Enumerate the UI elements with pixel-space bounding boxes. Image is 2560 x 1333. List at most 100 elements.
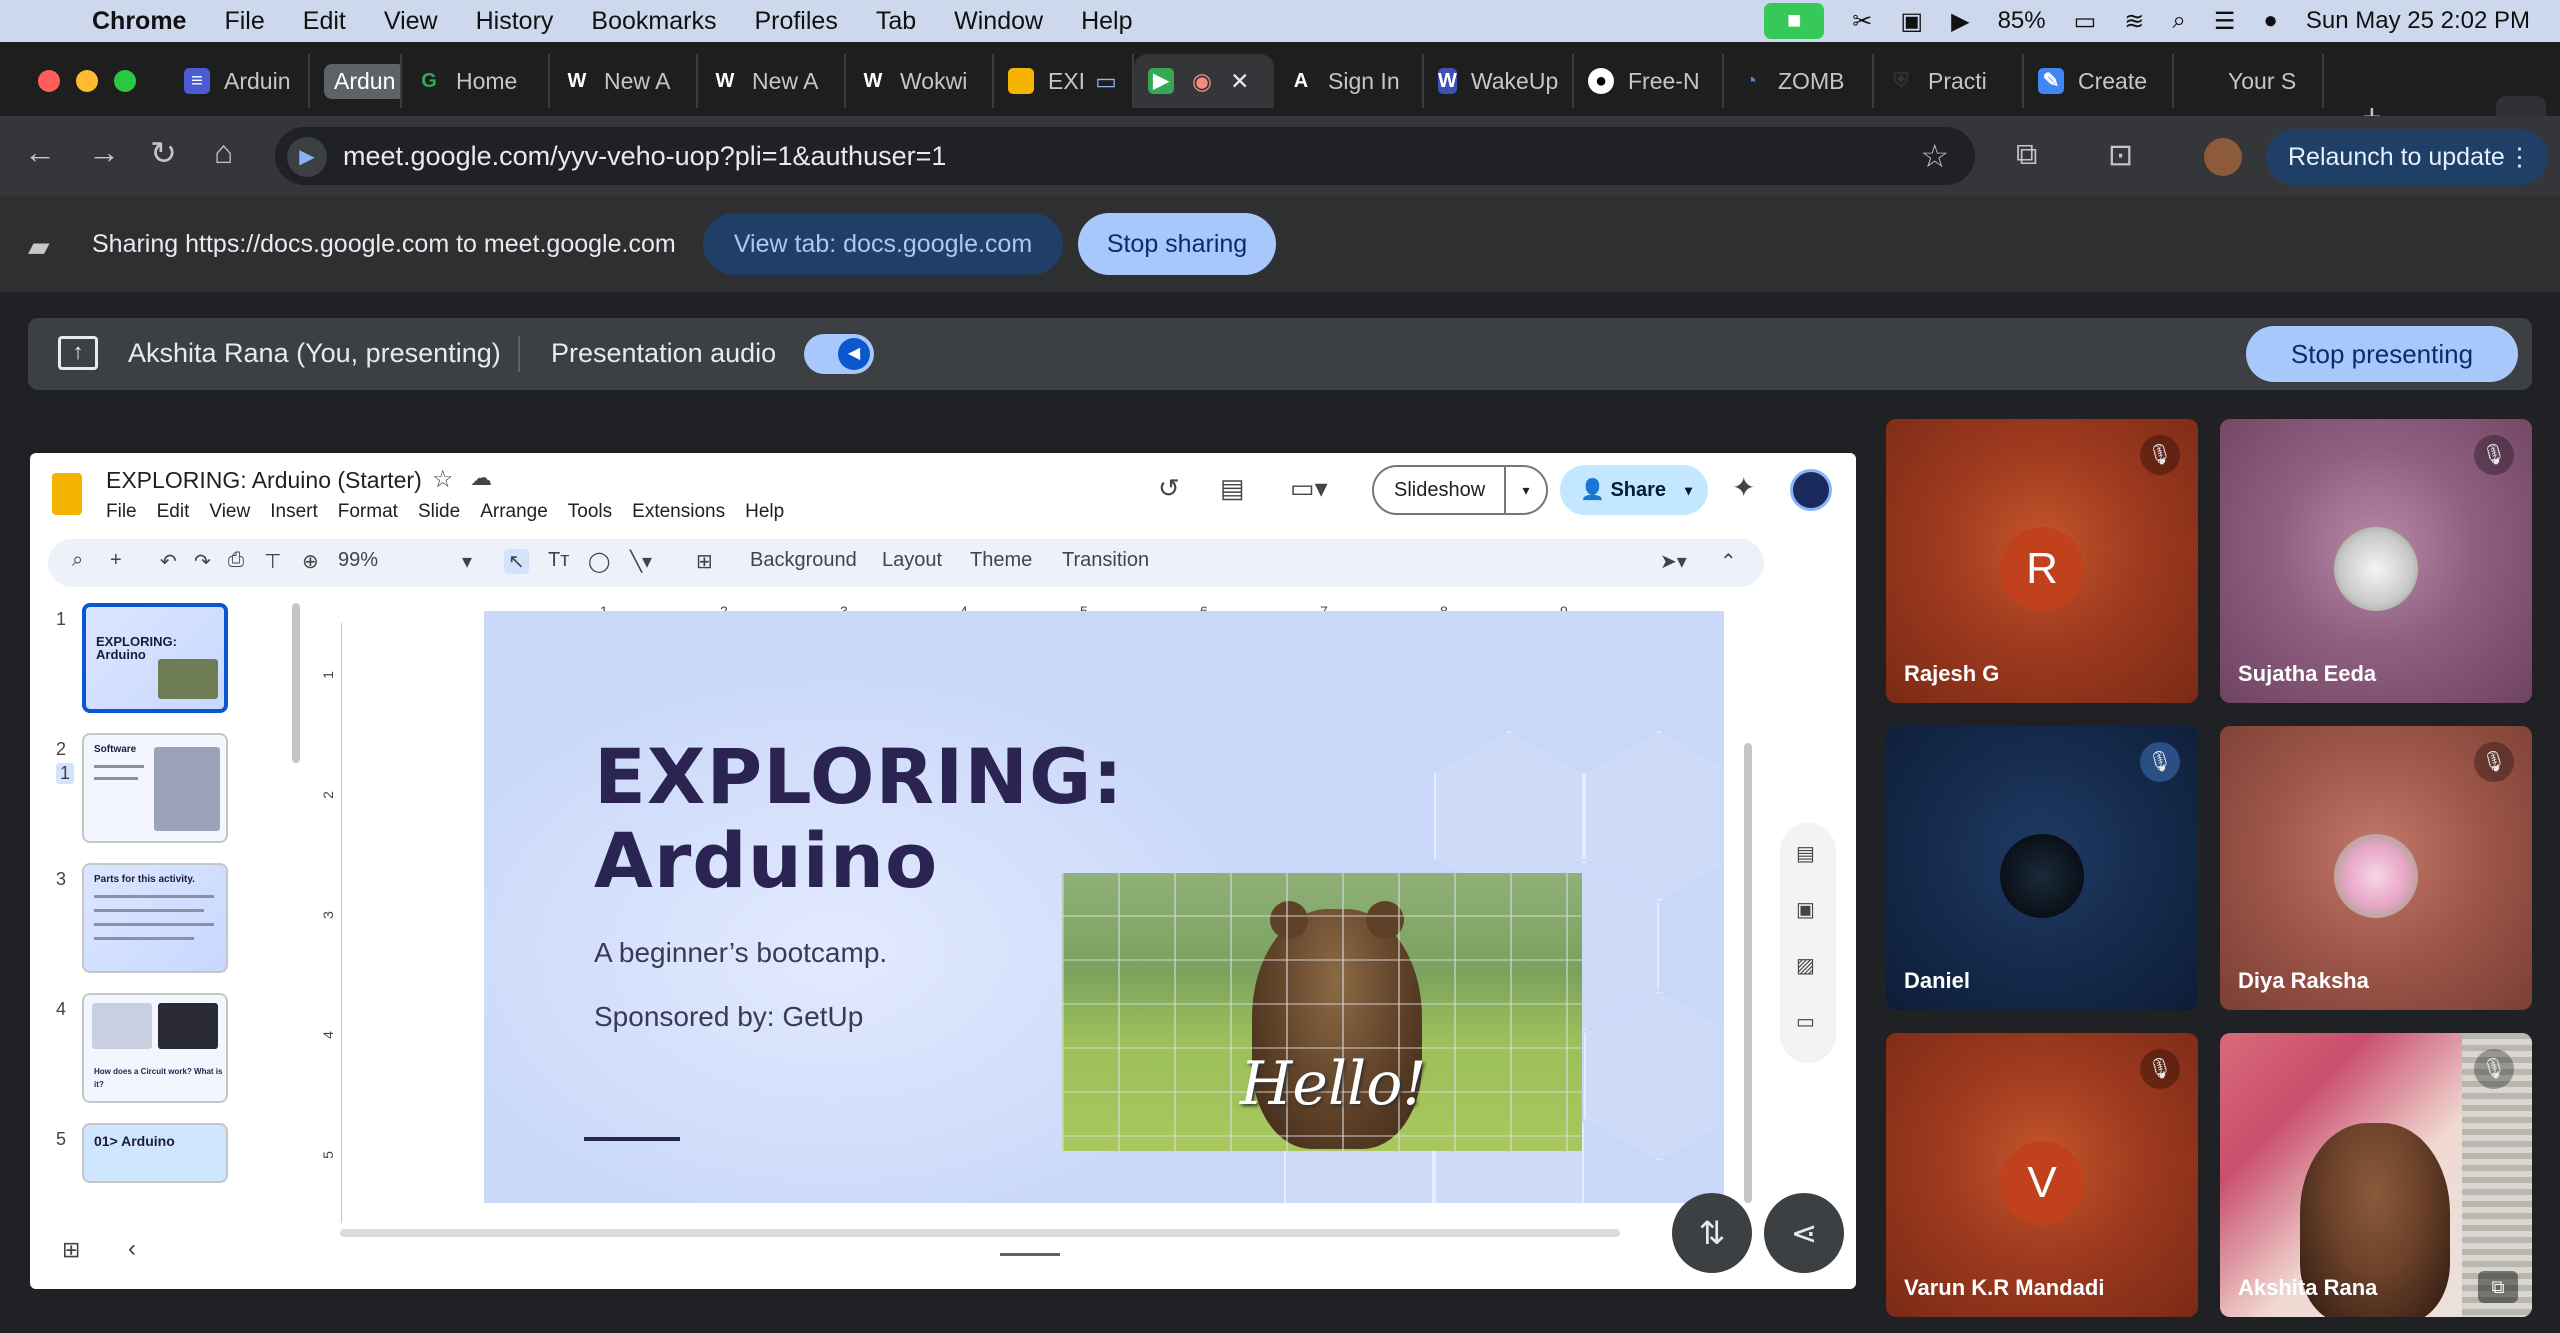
shape-icon[interactable]: ◯: [588, 549, 610, 574]
folder-icon[interactable]: ▭: [1796, 1009, 1815, 1034]
forward-arrow-icon[interactable]: →: [88, 134, 120, 171]
camera-in-use-icon[interactable]: ■: [1764, 3, 1825, 39]
bookmark-star-icon[interactable]: ☆: [1920, 137, 1949, 175]
menu-edit[interactable]: Edit: [303, 7, 346, 36]
docs-menu-extensions[interactable]: Extensions: [632, 501, 725, 523]
participant-tile[interactable]: 🎙 R Rajesh G: [1886, 419, 2198, 703]
move-cloud-icon[interactable]: ☁: [470, 465, 492, 491]
tab-meet-active[interactable]: ▶ ◉ ✕: [1134, 54, 1274, 108]
reorder-arrows-icon[interactable]: ⇅: [1672, 1193, 1752, 1273]
layout-button[interactable]: Layout: [882, 549, 942, 572]
slides-library-icon[interactable]: ▣: [1796, 897, 1815, 922]
tab-create[interactable]: ✎ Create: [2024, 54, 2174, 108]
menu-tab[interactable]: Tab: [876, 7, 916, 36]
filmstrip-scrollbar[interactable]: [292, 603, 300, 763]
control-center-icon[interactable]: ☰: [2214, 7, 2236, 36]
slide-thumbnail[interactable]: EXPLORING: Arduino: [82, 603, 228, 713]
redo-icon[interactable]: ↷: [194, 549, 211, 574]
tab-arduin[interactable]: ≡ Arduin: [170, 54, 310, 108]
participant-tile[interactable]: 🎙 V Varun K.R Mandadi: [1886, 1033, 2198, 1317]
menubar-clock[interactable]: Sun May 25 2:02 PM: [2306, 7, 2530, 35]
wifi-icon[interactable]: ≋: [2124, 7, 2144, 36]
play-icon[interactable]: ▶: [1951, 7, 1969, 36]
account-avatar[interactable]: [1790, 469, 1832, 511]
docs-menu-view[interactable]: View: [209, 501, 250, 523]
siri-icon[interactable]: ●: [2263, 7, 2278, 35]
docs-menu-format[interactable]: Format: [338, 501, 398, 523]
undo-icon[interactable]: ↶: [160, 549, 177, 574]
minimize-window-icon[interactable]: [76, 70, 98, 92]
print-icon[interactable]: ⎙: [228, 549, 244, 572]
focus-off-icon[interactable]: ✂: [1852, 7, 1872, 36]
canvas-scrollbar[interactable]: [1744, 743, 1752, 1203]
gemini-spark-icon[interactable]: ✦: [1732, 471, 1755, 504]
slide-thumbnail[interactable]: How does a Circuit work? What is it?: [82, 993, 228, 1103]
line-icon[interactable]: ╲▾: [630, 549, 652, 574]
tab-new-a-1[interactable]: W New A: [550, 54, 698, 108]
meet-camera-icon[interactable]: ▭▾: [1290, 473, 1328, 504]
presentation-audio-toggle[interactable]: ◀: [804, 334, 874, 374]
collapse-toolbar-icon[interactable]: ⌃: [1720, 549, 1737, 574]
participant-tile[interactable]: 🎙 Sujatha Eeda: [2220, 419, 2532, 703]
tab-wakeup[interactable]: W WakeUp: [1424, 54, 1574, 108]
meet-site-icon[interactable]: ▶: [287, 137, 327, 177]
close-window-icon[interactable]: [38, 70, 60, 92]
menu-window[interactable]: Window: [954, 7, 1043, 36]
share-button[interactable]: 👤 Share ▾: [1560, 465, 1708, 515]
tab-wokwi[interactable]: W Wokwi: [846, 54, 994, 108]
document-title[interactable]: EXPLORING: Arduino (Starter): [106, 467, 422, 494]
kebab-menu-icon[interactable]: ⋮: [2507, 129, 2532, 185]
pointer-mode-icon[interactable]: ➤▾: [1660, 549, 1687, 574]
zoom-value[interactable]: 99%: [338, 549, 378, 572]
menu-help[interactable]: Help: [1081, 7, 1132, 36]
tab-home[interactable]: G Home: [402, 54, 550, 108]
stop-sharing-button[interactable]: Stop sharing: [1078, 213, 1276, 275]
profile-avatar[interactable]: [2204, 138, 2242, 176]
theme-button[interactable]: Theme: [970, 549, 1032, 572]
slide-thumbnail[interactable]: Parts for this activity.: [82, 863, 228, 973]
picture-in-picture-icon[interactable]: ⧉: [2478, 1271, 2518, 1303]
back-arrow-icon[interactable]: ←: [24, 134, 56, 171]
home-icon[interactable]: ⌂: [214, 134, 233, 171]
participant-tile-self-video[interactable]: 🎙 Akshita Rana ⧉: [2220, 1033, 2532, 1317]
address-bar[interactable]: ▶ meet.google.com/yyv-veho-uop?pli=1&aut…: [275, 127, 1975, 185]
search-menus-icon[interactable]: ⌕: [72, 549, 83, 572]
comments-icon[interactable]: ▤: [1220, 473, 1245, 504]
participant-tile[interactable]: 🎙 Diya Raksha: [2220, 726, 2532, 1010]
horizontal-scrollbar[interactable]: [340, 1229, 1620, 1237]
tab-zomb[interactable]: ◔ ZOMB: [1724, 54, 1874, 108]
tab-new-a-2[interactable]: W New A: [698, 54, 846, 108]
slide-subtitle[interactable]: A beginner’s bootcamp.: [594, 937, 887, 969]
share-dropdown-icon[interactable]: ▾: [1685, 465, 1692, 515]
slide-thumbnail[interactable]: 01> Arduino: [82, 1123, 228, 1183]
new-slide-plus-icon[interactable]: +: [110, 549, 122, 572]
slideshow-button[interactable]: Slideshow ▾: [1372, 465, 1548, 515]
screen-capture-icon[interactable]: ⊡: [2108, 138, 2133, 173]
bear-gif-image[interactable]: Hello!: [1062, 873, 1582, 1151]
extensions-puzzle-icon[interactable]: ⧉: [2016, 138, 2037, 172]
tab-your-s[interactable]: Your S: [2174, 54, 2324, 108]
menu-app-name[interactable]: Chrome: [92, 7, 186, 36]
slide-title[interactable]: EXPLORING: Arduino: [594, 735, 1124, 903]
docs-menu-slide[interactable]: Slide: [418, 501, 460, 523]
paint-format-icon[interactable]: ⊤: [264, 549, 281, 574]
star-icon[interactable]: ☆: [432, 465, 454, 494]
docs-menu-help[interactable]: Help: [745, 501, 784, 523]
docs-menu-tools[interactable]: Tools: [568, 501, 612, 523]
menu-file[interactable]: File: [224, 7, 264, 36]
spotlight-search-icon[interactable]: ⌕: [2172, 7, 2185, 35]
background-button[interactable]: Background: [750, 549, 857, 572]
tab-exploring[interactable]: EXI ▭: [994, 54, 1134, 108]
transition-button[interactable]: Transition: [1062, 549, 1149, 572]
slide-thumbnail[interactable]: Software: [82, 733, 228, 843]
docs-menu-arrange[interactable]: Arrange: [480, 501, 548, 523]
grid-view-icon[interactable]: ⊞: [62, 1237, 80, 1263]
user-icon[interactable]: ▨: [1796, 953, 1815, 978]
tab-practi[interactable]: ⛨ Practi: [1874, 54, 2024, 108]
notes-drag-handle[interactable]: [1000, 1253, 1060, 1256]
menu-profiles[interactable]: Profiles: [754, 7, 837, 36]
stop-presenting-button[interactable]: Stop presenting: [2246, 326, 2518, 382]
zoom-icon[interactable]: ⊕: [302, 549, 319, 574]
zoom-dropdown-icon[interactable]: ▾: [462, 549, 472, 574]
screen-record-icon[interactable]: ▣: [1900, 7, 1923, 36]
